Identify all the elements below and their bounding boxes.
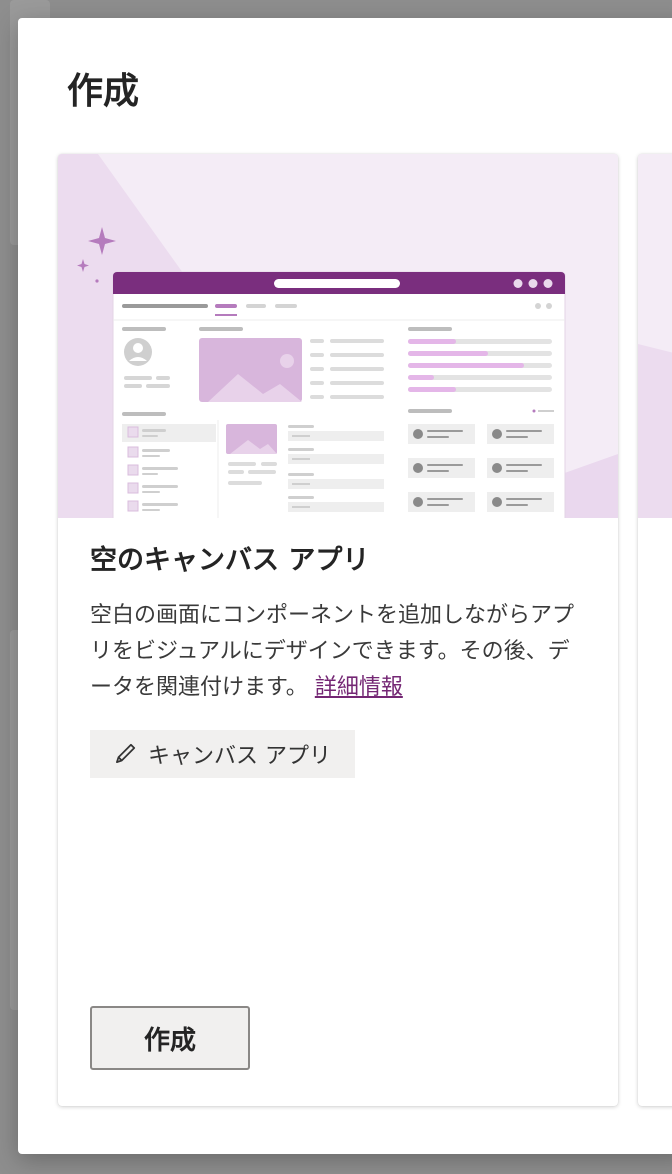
card-body: 空のキャンバス アプリ 空白の画面にコンポーネントを追加しながらアプリをビジュア… [90,544,590,778]
dialog-title: 作成 [67,71,140,112]
create-dialog: 作成 空のキャンバス アプリ 空白の画面にコンポーネントを追加しながらアプリをビ… [18,18,672,1154]
pencil-icon [116,743,136,763]
card-hero-illustration [58,154,618,518]
next-card[interactable] [638,154,672,1106]
blank-canvas-app-card[interactable]: 空のキャンバス アプリ 空白の画面にコンポーネントを追加しながらアプリをビジュア… [58,154,618,1106]
card-hero-illustration [638,154,672,518]
learn-more-link[interactable]: 詳細情報 [315,675,403,700]
card-description: 空白の画面にコンポーネントを追加しながらアプリをビジュアルにデザインできます。そ… [90,598,590,706]
create-button[interactable]: 作成 [90,1006,250,1070]
canvas-app-tag: キャンバス アプリ [90,730,355,778]
tag-label: キャンバス アプリ [148,744,331,769]
app-preview-illustration [58,154,618,518]
card-title: 空のキャンバス アプリ [90,545,370,576]
app-window-mock [112,271,566,518]
